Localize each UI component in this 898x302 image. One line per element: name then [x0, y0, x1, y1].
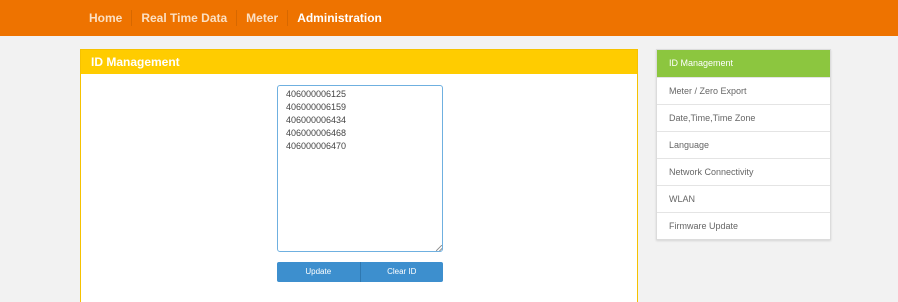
sidebar-item-network-connectivity[interactable]: Network Connectivity [657, 158, 830, 185]
resize-grip-icon[interactable] [436, 245, 442, 251]
sidebar-item-firmware-update[interactable]: Firmware Update [657, 212, 830, 239]
nav-administration[interactable]: Administration [287, 10, 391, 26]
sidebar-item-language[interactable]: Language [657, 131, 830, 158]
top-navigation-bar: Home Real Time Data Meter Administration [0, 0, 898, 36]
nav-meter[interactable]: Meter [236, 10, 287, 26]
nav-real-time-data[interactable]: Real Time Data [131, 10, 236, 26]
sidebar-item-wlan[interactable]: WLAN [657, 185, 830, 212]
action-button-group: Update Clear ID [277, 262, 443, 282]
clear-id-button[interactable]: Clear ID [359, 262, 443, 282]
sidebar-item-id-management[interactable]: ID Management [657, 50, 830, 77]
main-nav: Home Real Time Data Meter Administration [80, 0, 391, 36]
panel-title: ID Management [81, 50, 637, 74]
sidebar-item-date-time[interactable]: Date,Time,Time Zone [657, 104, 830, 131]
nav-home[interactable]: Home [80, 10, 131, 26]
update-button[interactable]: Update [277, 262, 360, 282]
admin-side-menu: ID Management Meter / Zero Export Date,T… [656, 49, 831, 240]
sidebar-item-meter-zero-export[interactable]: Meter / Zero Export [657, 77, 830, 104]
id-management-panel: ID Management 406000006125 406000006159 … [80, 49, 638, 302]
id-list-textarea[interactable]: 406000006125 406000006159 406000006434 4… [277, 85, 443, 252]
